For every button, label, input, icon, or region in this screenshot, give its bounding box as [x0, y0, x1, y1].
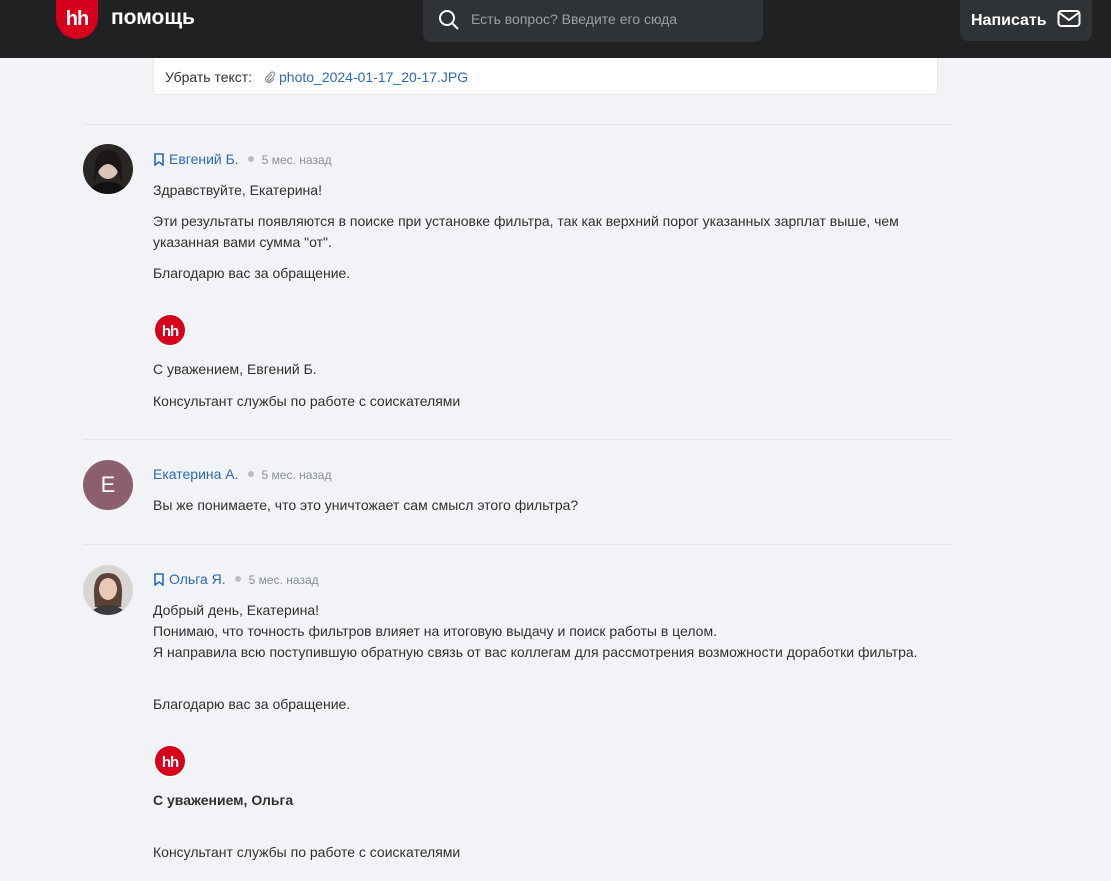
search-icon [439, 10, 459, 30]
mail-icon [1057, 10, 1081, 27]
separator-dot [247, 471, 254, 478]
paperclip-icon [265, 71, 276, 83]
author-name[interactable]: Екатерина А. [153, 466, 239, 482]
search-bar[interactable] [423, 0, 763, 42]
top-header: hh помощь Написать [0, 0, 1111, 58]
comment-time: 5 мес. назад [261, 468, 332, 482]
signature-role: Консультант службы по работе с соискател… [153, 844, 461, 860]
write-button[interactable]: Написать [960, 0, 1092, 41]
author-name[interactable]: Евгений Б. [169, 151, 239, 167]
separator-dot [247, 156, 254, 163]
divider [83, 124, 952, 125]
divider [83, 439, 952, 440]
attachment-panel: Убрать текст: photo_2024-01-17_20-17.JPG [153, 58, 938, 95]
write-button-label: Написать [971, 11, 1047, 29]
comment-text: Здравствуйте, Екатерина! [153, 182, 322, 198]
bookmark-icon [154, 153, 164, 166]
comment-author-row: Ольга Я. 5 мес. назад [153, 571, 319, 589]
avatar [83, 144, 133, 194]
comment-text: Благодарю вас за обращение. [153, 265, 351, 281]
signature-role: Консультант службы по работе с соискател… [153, 393, 461, 409]
comment-text: Эти результаты появляются в поиске при у… [153, 213, 899, 250]
comment-author-row: Евгений Б. 5 мес. назад [153, 151, 332, 169]
hh-logo[interactable]: hh [56, 0, 98, 39]
bookmark-icon [154, 573, 164, 586]
comment-text: Благодарю вас за обращение. [153, 696, 351, 712]
comment-text: Добрый день, Екатерина! [153, 602, 320, 618]
brand-title[interactable]: помощь [111, 6, 195, 30]
attachment-file-link[interactable]: photo_2024-01-17_20-17.JPG [279, 69, 468, 85]
attachment-label: Убрать текст: [165, 69, 253, 85]
signature-bold: С уважением, Ольга [153, 792, 294, 808]
comment-time: 5 мес. назад [248, 573, 319, 587]
search-input[interactable] [471, 8, 751, 30]
separator-dot [234, 576, 241, 583]
avatar: E [83, 460, 133, 510]
comment-author-row: Екатерина А. 5 мес. назад [153, 466, 331, 484]
avatar [83, 565, 133, 615]
author-name[interactable]: Ольга Я. [169, 571, 226, 587]
comment-text: Я направила всю поступившую обратную свя… [153, 644, 918, 660]
comment-text: Вы же понимаете, что это уничтожает сам … [153, 497, 579, 513]
hh-signature-logo: hh [153, 313, 187, 347]
signature-text: С уважением, Евгений Б. [153, 361, 317, 377]
divider [83, 544, 952, 545]
hh-signature-logo: hh [153, 744, 187, 778]
signature-text: С уважением, Ольга [153, 790, 953, 811]
comment-text: Понимаю, что точность фильтров влияет на… [153, 623, 717, 639]
comment-time: 5 мес. назад [261, 153, 332, 167]
